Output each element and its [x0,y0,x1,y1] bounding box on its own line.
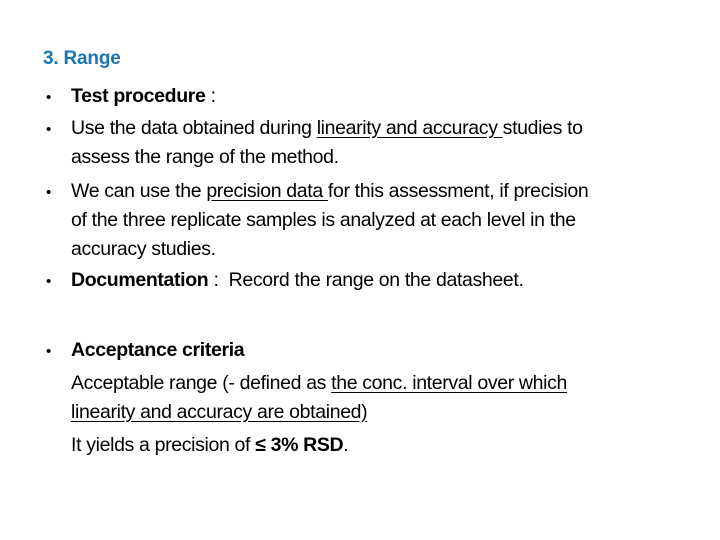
text-segment: Use the data obtained during [71,117,317,139]
acceptance-criteria-heading: Acceptance criteria [71,339,245,361]
acceptance-criteria-label: Acceptance criteria [71,338,245,362]
text-segment: for this assessment, if precision [327,180,589,202]
bullet-icon: • [46,343,52,360]
linearity-line-1: Use the data obtained during linearity a… [71,116,583,140]
test-procedure-label: Test procedure [71,85,206,107]
text-segment: We can use the [71,180,207,202]
slide-title: 3. Range [43,48,121,69]
precision-line-2: of the three replicate samples is analyz… [71,209,576,231]
linearity-line-2: assess the range of the method. [71,146,339,168]
text-segment: Acceptable range (- defined as [71,372,332,394]
acceptance-line-1: Acceptable range (- defined as the conc.… [71,371,567,395]
acceptance-line-3: It yields a precision of ≤ 3% RSD. [71,433,349,457]
text-segment: . [343,434,349,456]
text-segment: studies to [502,117,583,139]
slide: 3. Range • Test procedure : • Use the da… [0,0,720,540]
bullet-icon: • [46,273,52,290]
precision-line-1: We can use the precision data for this a… [71,179,589,203]
underlined-text: precision data [206,180,328,202]
text-segment: It yields a precision of [71,434,256,456]
documentation-label: Documentation [71,269,209,291]
documentation-text: : Record the range on the datasheet. [208,269,524,291]
documentation-line: Documentation : Record the range on the … [71,268,524,292]
underlined-text: linearity and accuracy [316,117,503,139]
test-procedure-line: Test procedure : [71,84,216,108]
bullet-icon: • [46,89,52,106]
rsd-threshold: ≤ 3% RSD [255,434,344,456]
underlined-text: the conc. interval over which [331,372,568,394]
precision-line-3: accuracy studies. [71,238,216,260]
bullet-icon: • [46,121,52,138]
bullet-icon: • [46,184,52,201]
underlined-text: linearity and accuracy are obtained) [71,401,368,423]
test-procedure-suffix: : [205,85,216,107]
acceptance-line-2: linearity and accuracy are obtained) [71,400,368,424]
